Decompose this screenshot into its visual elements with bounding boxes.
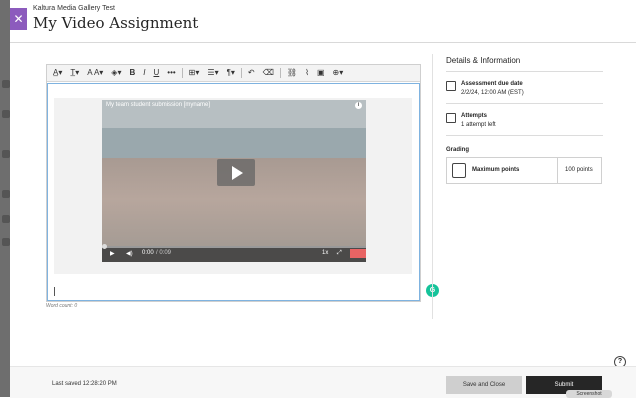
kaltura-logo xyxy=(350,249,366,258)
details-divider xyxy=(446,71,603,72)
close-icon: ✕ xyxy=(13,12,24,26)
details-divider xyxy=(446,103,603,104)
embedded-media-container: My team student submission [myname] i ▶ … xyxy=(54,98,412,274)
table-menu[interactable]: ⊞▾ xyxy=(187,67,202,79)
attempts-label: Attempts xyxy=(461,113,488,119)
align-menu[interactable]: ☰▾ xyxy=(205,67,220,79)
current-time: 0:00 xyxy=(142,250,154,256)
close-button[interactable]: ✕ xyxy=(10,8,27,30)
max-points-label: Maximum points xyxy=(472,167,520,173)
editor-content-area[interactable]: My team student submission [myname] i ▶ … xyxy=(47,83,420,301)
due-date-label: Assessment due date xyxy=(461,81,523,87)
underline-button[interactable]: U xyxy=(151,67,161,79)
play-icon xyxy=(232,166,243,180)
rich-text-editor: A̲▾ T̲▾ A A▾ ◈▾ B I U ••• ⊞▾ ☰▾ ¶▾ ↶ ⌫ ⛓… xyxy=(46,64,421,302)
info-icon[interactable]: i xyxy=(355,102,362,109)
grading-box: Maximum points 100 points xyxy=(446,157,602,184)
italic-button[interactable]: I xyxy=(141,67,147,79)
background-icon xyxy=(2,110,10,118)
details-heading: Details & Information xyxy=(446,56,521,65)
background-icon xyxy=(2,238,10,246)
toolbar-separator xyxy=(279,68,281,78)
font-style-menu[interactable]: A̲▾ xyxy=(51,67,64,79)
due-date-value: 2/2/24, 12:00 AM (EST) xyxy=(461,90,524,96)
attempts-value: 1 attempt left xyxy=(461,122,496,128)
grading-split xyxy=(557,158,558,183)
video-player[interactable]: My team student submission [myname] i ▶ … xyxy=(102,100,366,262)
toolbar-separator xyxy=(181,68,183,78)
more-formatting-button[interactable]: ••• xyxy=(165,67,177,79)
page-title: My Video Assignment xyxy=(33,14,199,32)
background-icon xyxy=(2,190,10,198)
paragraph-style-menu[interactable]: T̲▾ xyxy=(68,67,81,79)
footer-bar: Last saved 12:28:20 PM Save and Close Su… xyxy=(10,366,636,398)
calendar-icon xyxy=(446,81,456,91)
play-button[interactable] xyxy=(217,159,255,186)
background-icon xyxy=(2,215,10,223)
grading-label: Grading xyxy=(446,147,470,153)
image-button[interactable]: ▣ xyxy=(315,67,327,79)
save-and-close-button[interactable]: Save and Close xyxy=(446,376,522,394)
progress-bar[interactable] xyxy=(102,244,366,249)
last-saved-status: Last saved 12:28:20 PM xyxy=(52,381,117,387)
bold-button[interactable]: B xyxy=(127,67,137,79)
details-divider xyxy=(446,135,603,136)
toolbar-separator xyxy=(240,68,242,78)
attach-button[interactable]: ⌇ xyxy=(303,67,311,79)
link-button[interactable]: ⛓ xyxy=(285,67,299,79)
volume-icon[interactable]: ◀) xyxy=(126,250,133,257)
background-icon xyxy=(2,80,10,88)
paragraph-menu[interactable]: ¶▾ xyxy=(225,67,237,79)
background-icon xyxy=(2,150,10,158)
speed-button[interactable]: 1x xyxy=(322,250,328,256)
text-caret xyxy=(54,287,55,296)
total-time: / 0:09 xyxy=(156,250,172,256)
text-color-menu[interactable]: ◈▾ xyxy=(109,67,123,79)
progress-knob[interactable] xyxy=(102,244,107,249)
header-divider xyxy=(10,42,636,43)
insert-content-menu[interactable]: ⊕▾ xyxy=(331,67,346,79)
word-count: Word count: 0 xyxy=(46,303,78,309)
font-size-menu[interactable]: A A▾ xyxy=(85,67,105,79)
undo-button[interactable]: ↶ xyxy=(246,67,257,79)
play-small-icon[interactable]: ▶ xyxy=(110,250,115,257)
fullscreen-icon[interactable]: ⤢ xyxy=(337,250,342,257)
checkbox-icon xyxy=(446,113,456,123)
video-title: My team student submission [myname] xyxy=(106,102,211,108)
column-divider xyxy=(432,54,433,319)
clear-format-button[interactable]: ⌫ xyxy=(261,67,276,79)
course-name: Kaltura Media Gallery Test xyxy=(33,5,115,12)
background-app-strip xyxy=(0,0,10,397)
max-points-value: 100 points xyxy=(565,167,593,173)
editor-toolbar: A̲▾ T̲▾ A A▾ ◈▾ B I U ••• ⊞▾ ☰▾ ¶▾ ↶ ⌫ ⛓… xyxy=(47,65,420,82)
video-controls: ▶ ◀) 0:00 / 0:09 1x ⤢ xyxy=(102,244,366,262)
rubric-icon xyxy=(452,163,466,178)
